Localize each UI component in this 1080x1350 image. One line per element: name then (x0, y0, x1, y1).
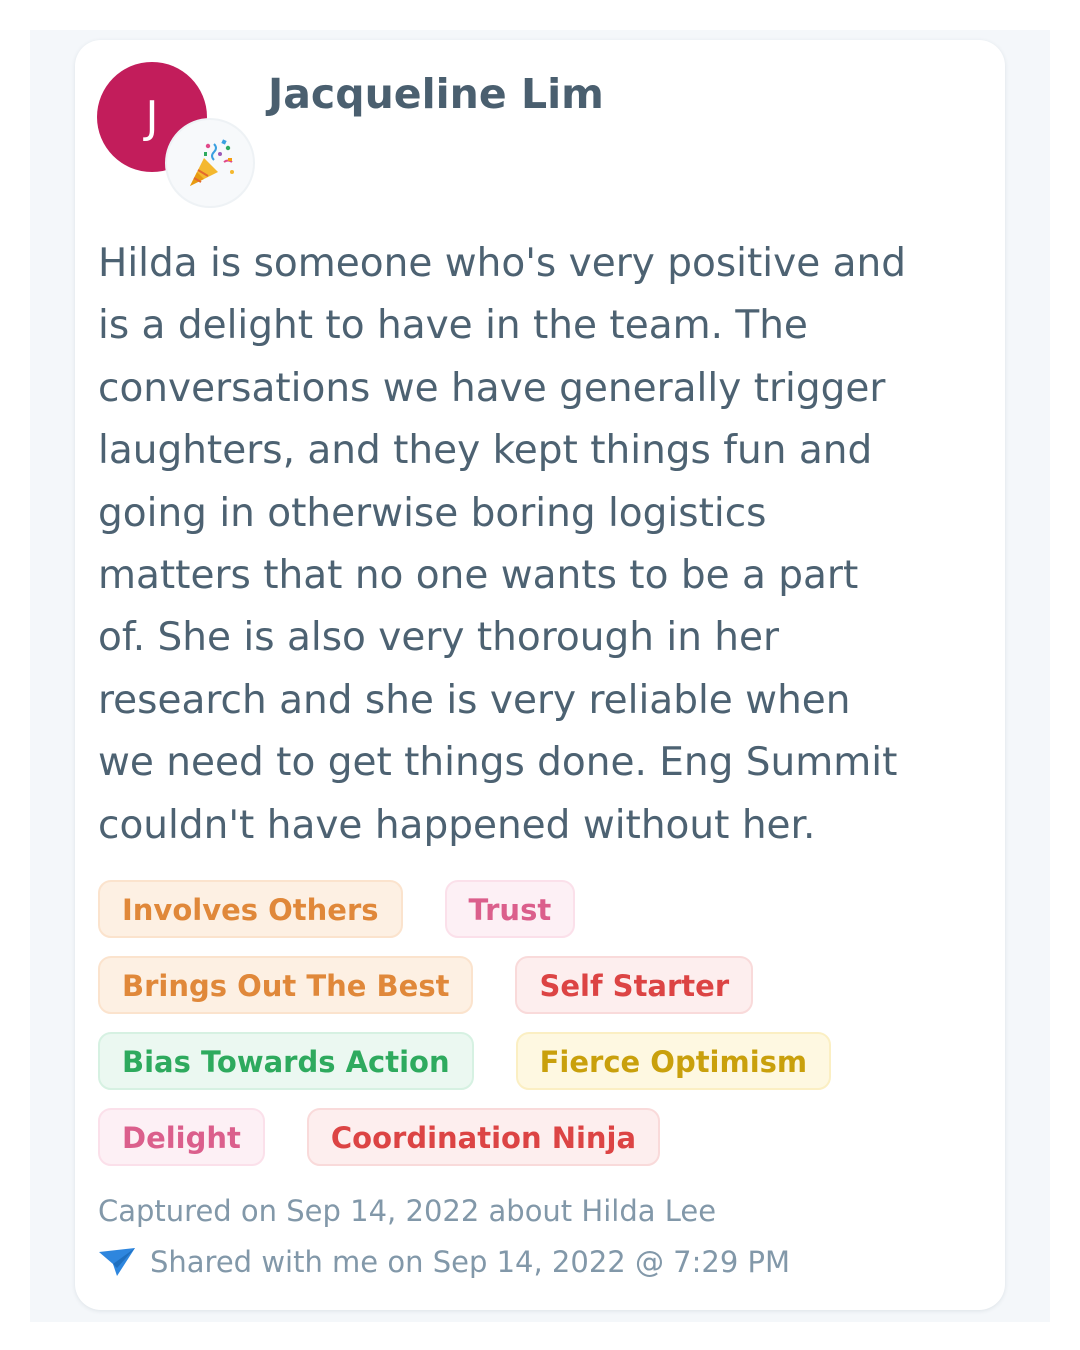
captured-info: Captured on Sep 14, 2022 about Hilda Lee (98, 1194, 717, 1228)
tag-trust[interactable]: Trust (444, 880, 576, 938)
tag-bias-towards-action[interactable]: Bias Towards Action (98, 1032, 474, 1090)
message-line: research and she is very reliable when (98, 677, 851, 723)
tag-delight[interactable]: Delight (98, 1108, 265, 1166)
message-line: matters that no one wants to be a part (98, 553, 859, 599)
feedback-message: Hilda is someone who's very positive and… (98, 233, 988, 857)
tag-fierce-optimism[interactable]: Fierce Optimism (515, 1032, 832, 1090)
tag-row: Brings Out The Best Self Starter (98, 956, 978, 1014)
message-line: going in otherwise boring logistics (98, 490, 767, 536)
message-line: is a delight to have in the team. The (98, 303, 808, 349)
tag-coordination-ninja[interactable]: Coordination Ninja (306, 1108, 661, 1166)
party-popper-icon (190, 139, 234, 186)
message-line: conversations we have generally trigger (98, 365, 886, 411)
message-line: laughters, and they kept things fun and (98, 428, 873, 474)
message-line: Hilda is someone who's very positive and (98, 241, 906, 286)
tag-involves-others[interactable]: Involves Others (98, 880, 403, 938)
value-tags: Involves Others Trust Brings Out The Bes… (98, 880, 978, 1184)
tag-brings-out-the-best[interactable]: Brings Out The Best (98, 956, 474, 1014)
shared-text: Shared with me on Sep 14, 2022 @ 7:29 PM (150, 1245, 791, 1279)
message-line: couldn't have happened without her. (98, 802, 816, 848)
message-line: of. She is also very thorough in her (98, 615, 780, 661)
tag-row: Involves Others Trust (98, 880, 978, 938)
tag-row: Bias Towards Action Fierce Optimism (98, 1032, 978, 1090)
celebration-badge (165, 118, 255, 208)
tag-row: Delight Coordination Ninja (98, 1108, 978, 1166)
paper-plane-icon (99, 1248, 135, 1276)
tag-self-starter[interactable]: Self Starter (515, 956, 754, 1014)
shared-info: Shared with me on Sep 14, 2022 @ 7:29 PM (98, 1245, 790, 1279)
message-line: we need to get things done. Eng Summit (98, 740, 898, 786)
avatar-initial: J (145, 91, 159, 143)
author-name: Jacqueline Lim (268, 70, 604, 118)
